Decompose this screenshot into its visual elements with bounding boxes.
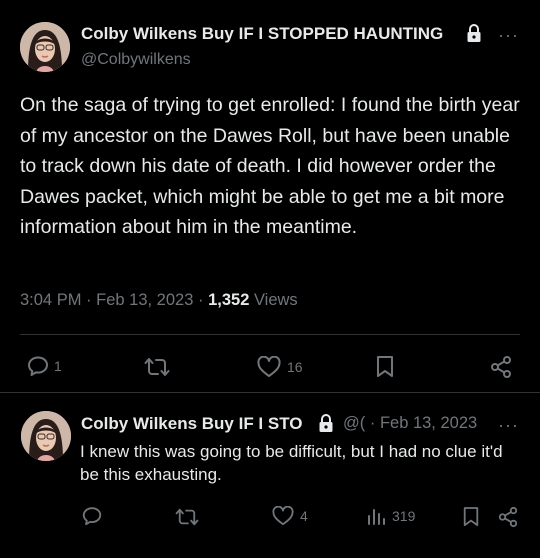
bookmark-button[interactable] [375, 355, 395, 379]
tweet-date[interactable]: Feb 13, 2023 [96, 291, 193, 309]
share-icon [491, 356, 511, 378]
retweet-icon [144, 358, 170, 376]
views-label: Views [253, 291, 298, 309]
reply-like-button[interactable]: 4 [272, 506, 308, 526]
tweet-meta: 3:04 PM · Feb 13, 2023 · 1,352 Views [20, 291, 298, 310]
meta-separator: · [369, 414, 376, 432]
reply-count: 1 [54, 358, 62, 374]
reply-icon [82, 507, 102, 526]
reply-reply-button[interactable] [81, 505, 103, 527]
heart-icon [272, 506, 294, 526]
reply-share-button[interactable] [497, 506, 519, 528]
lock-icon [466, 24, 482, 48]
avatar-photo-icon [20, 22, 70, 72]
divider-bottom [0, 392, 540, 393]
retweet-icon [175, 508, 199, 526]
author-avatar[interactable] [20, 22, 70, 72]
author-name[interactable]: Colby Wilkens Buy IF I STOPPED HAUNTING [81, 24, 461, 44]
reply-handle[interactable]: @( [343, 414, 365, 432]
reply-retweet-button[interactable] [175, 507, 199, 527]
reply-icon [28, 356, 48, 376]
more-options-icon[interactable]: ··· [498, 25, 519, 46]
meta-separator: · [197, 291, 204, 309]
like-count: 16 [287, 359, 303, 375]
views-chart-icon [368, 509, 385, 525]
reply-button[interactable]: 1 [26, 354, 62, 378]
reply-views-button[interactable]: 319 [366, 506, 415, 526]
reply-meta: @( · Feb 13, 2023 [343, 414, 477, 433]
reply-like-count: 4 [300, 508, 308, 524]
share-icon [498, 506, 518, 528]
share-button[interactable] [489, 355, 513, 379]
reply-date[interactable]: Feb 13, 2023 [380, 414, 477, 432]
reply-author-name[interactable]: Colby Wilkens Buy IF I STO [81, 414, 313, 434]
reply-bookmark-button[interactable] [462, 506, 480, 528]
tweet-time[interactable]: 3:04 PM [20, 291, 81, 309]
reply-author-avatar[interactable] [21, 411, 71, 461]
bookmark-icon [463, 507, 479, 526]
lock-icon [318, 414, 334, 438]
meta-separator: · [86, 291, 92, 309]
author-handle[interactable]: @Colbywilkens [81, 51, 191, 69]
reply-views-count: 319 [392, 508, 416, 524]
heart-icon [257, 356, 281, 377]
avatar-photo-icon [21, 411, 71, 461]
like-button[interactable]: 16 [257, 356, 303, 378]
reply-text: I knew this was going to be difficult, b… [80, 442, 503, 484]
retweet-button[interactable] [144, 356, 170, 378]
divider-top [20, 334, 520, 335]
tweet-text: On the saga of trying to get enrolled: I… [20, 94, 520, 238]
reply-more-options-icon[interactable]: ··· [498, 415, 519, 436]
views-count: 1,352 [208, 291, 250, 309]
bookmark-icon [377, 356, 393, 377]
